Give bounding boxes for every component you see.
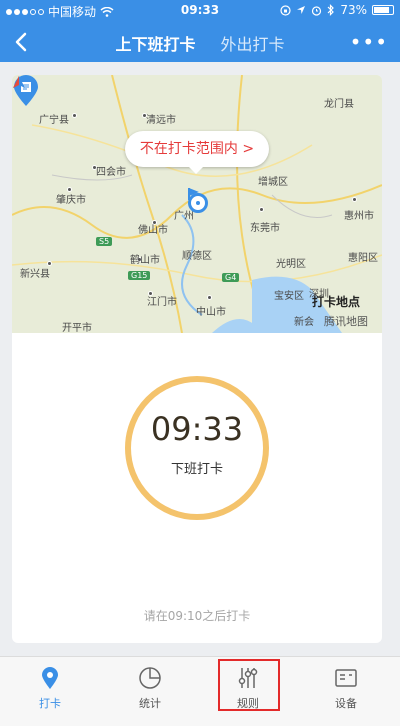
current-location-icon [188,193,208,213]
highway-sign: G4 [222,273,240,282]
map-label: 鹤山市 [130,255,160,266]
map-label: 惠州市 [344,211,374,222]
map-label: 龙门县 [324,99,354,110]
bluetooth-icon [327,4,335,16]
map-label: 佛山市 [138,225,168,236]
map-label: 顺德区 [182,251,212,262]
map-label: 中山市 [196,307,226,318]
tab-check-in[interactable]: 打卡 [0,657,100,726]
map-label: 宝安区 [274,291,304,302]
map-brand: 腾讯地图 [324,315,368,328]
out-of-range-warning[interactable]: 不在打卡范围内 > [125,131,269,174]
map-label: 惠阳区 [348,253,378,264]
map-label: 江门市 [147,297,177,308]
map-label: 肇庆市 [56,195,86,206]
battery-icon [372,5,394,15]
location-map[interactable]: 广宁县 清远市 龙门县 四会市 增城区 肇庆市 佛山市 广州 东莞市 惠州市 鹤… [12,75,382,334]
map-label: 四会市 [96,167,126,178]
tab-clock-in-out[interactable]: 上下班打卡 [115,31,195,55]
bottom-tab-bar: 打卡 统计 规则 设备 [0,656,400,726]
tab-label: 打卡 [39,697,61,710]
lock-rotation-icon [280,4,291,16]
tab-label: 规则 [237,697,259,710]
pie-chart-icon [139,667,161,689]
check-in-location-label: 打卡地点 [312,295,361,309]
more-options-icon[interactable]: ••• [350,30,388,54]
status-bar: 中国移动 09:33 73% [0,0,400,20]
map-label: 增城区 [258,177,288,188]
nav-tabs: 上下班打卡 外出打卡 [0,31,400,55]
tab-label: 统计 [139,697,161,710]
check-in-button[interactable]: 09:33 下班打卡 [125,376,269,520]
alarm-icon [312,5,322,16]
clock-time: 09:33 [150,410,244,448]
tab-statistics[interactable]: 统计 [100,657,200,726]
map-label: 新兴县 [20,269,50,280]
check-in-card: 广宁县 清远市 龙门县 四会市 增城区 肇庆市 佛山市 广州 东莞市 惠州市 鹤… [12,75,382,643]
app-header: 中国移动 09:33 73% 上下班打卡 外出打卡 ••• [0,0,400,62]
tab-field-check-in[interactable]: 外出打卡 [221,31,285,55]
map-label: 光明区 [276,259,306,270]
check-in-hint: 请在09:10之后打卡 [143,609,251,623]
tab-devices[interactable]: 设备 [296,657,396,726]
map-label: 新会 [294,317,314,328]
tencent-map-logo-icon [13,76,25,88]
map-label: 清远市 [146,115,176,126]
sliders-icon [238,668,258,688]
tab-label: 设备 [335,697,357,710]
tab-rules[interactable]: 规则 [198,657,298,726]
battery-percent: 73% [340,3,367,17]
device-icon [335,669,357,687]
highway-sign: S5 [96,237,113,246]
map-label: 东莞市 [250,223,280,234]
nav-bar: 上下班打卡 外出打卡 ••• [0,22,400,62]
map-pin-icon [42,667,58,689]
highway-sign: G15 [128,271,151,280]
map-label: 开平市 [62,323,92,334]
location-arrow-icon [297,6,306,14]
clock-action-label: 下班打卡 [170,462,223,477]
map-label: 广宁县 [39,115,69,126]
